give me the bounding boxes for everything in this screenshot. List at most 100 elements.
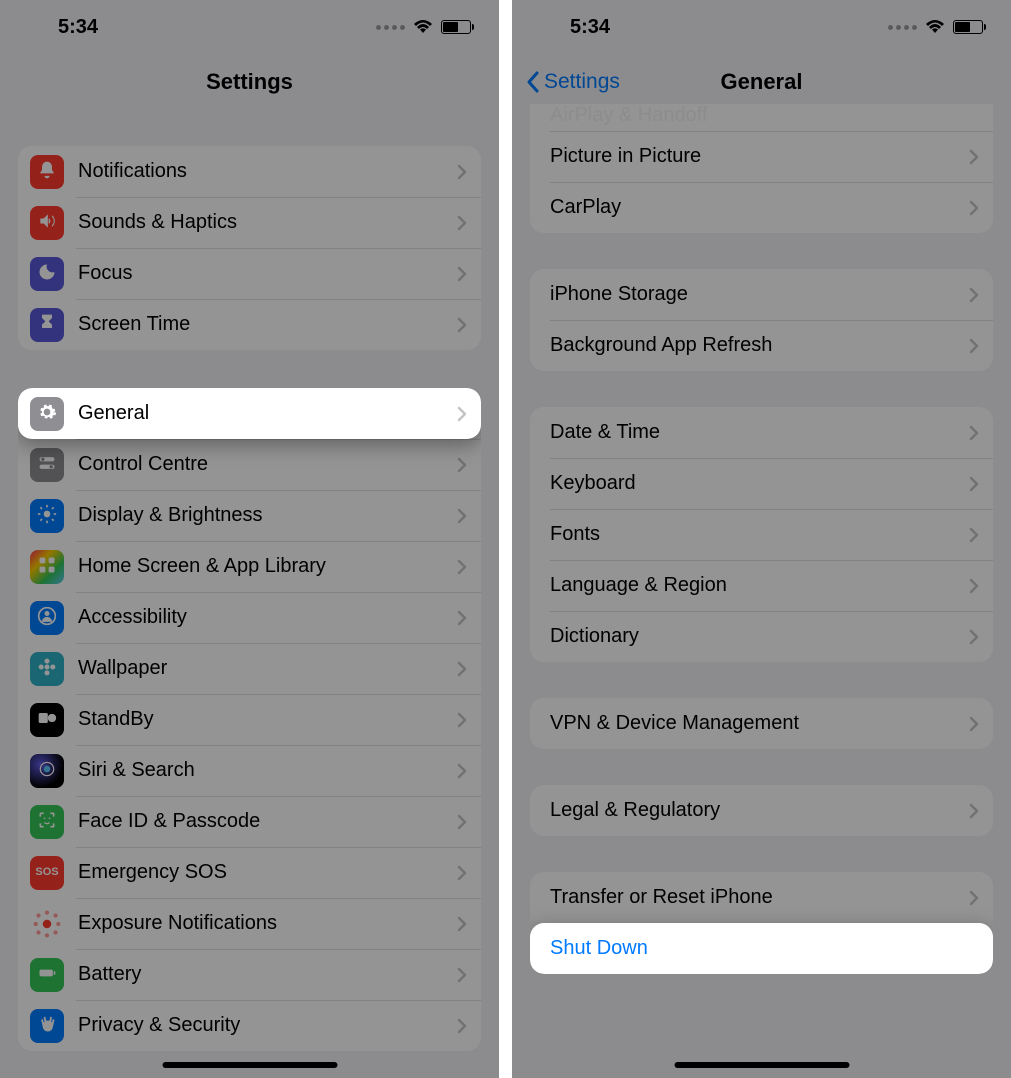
status-time: 5:34: [58, 16, 98, 39]
row-label: Wallpaper: [78, 657, 457, 680]
general-group-4: Legal & Regulatory: [530, 785, 993, 836]
chevron-right-icon: [457, 916, 467, 932]
person-icon: [30, 601, 64, 635]
sun-icon: [30, 499, 64, 533]
general-group-1: iPhone Storage Background App Refresh: [530, 269, 993, 371]
status-bar: 5:34: [0, 0, 499, 54]
row-label: VPN & Device Management: [550, 712, 969, 735]
row-label: Legal & Regulatory: [550, 799, 969, 822]
general-row-date-time[interactable]: Date & Time: [530, 407, 993, 458]
switches-icon: [30, 448, 64, 482]
general-row-legal-regulatory[interactable]: Legal & Regulatory: [530, 785, 993, 836]
settings-row-sounds-haptics[interactable]: Sounds & Haptics: [18, 197, 481, 248]
settings-row-battery[interactable]: Battery: [18, 949, 481, 1000]
settings-row-privacy-security[interactable]: Privacy & Security: [18, 1000, 481, 1051]
settings-row-accessibility[interactable]: Accessibility: [18, 592, 481, 643]
row-label: Dictionary: [550, 625, 969, 648]
chevron-right-icon: [457, 266, 467, 282]
row-label: Battery: [78, 963, 457, 986]
gear-icon: [30, 397, 64, 431]
speaker-icon: [30, 206, 64, 240]
bell-icon: [30, 155, 64, 189]
cellular-dots-icon: [376, 25, 405, 30]
general-row-language-region[interactable]: Language & Region: [530, 560, 993, 611]
chevron-right-icon: [969, 716, 979, 732]
chevron-right-icon: [457, 164, 467, 180]
settings-row-home-screen-app-library[interactable]: Home Screen & App Library: [18, 541, 481, 592]
general-row-carplay[interactable]: CarPlay: [530, 182, 993, 233]
general-row-dictionary[interactable]: Dictionary: [530, 611, 993, 662]
settings-row-standby[interactable]: StandBy: [18, 694, 481, 745]
settings-row-focus[interactable]: Focus: [18, 248, 481, 299]
settings-row-notifications[interactable]: Notifications: [18, 146, 481, 197]
chevron-right-icon: [969, 578, 979, 594]
settings-row-control-centre[interactable]: Control Centre: [18, 439, 481, 490]
row-label: Exposure Notifications: [78, 912, 457, 935]
chevron-right-icon: [969, 803, 979, 819]
status-time: 5:34: [570, 16, 610, 39]
row-label: Picture in Picture: [550, 145, 969, 168]
chevron-right-icon: [457, 508, 467, 524]
moon-icon: [30, 257, 64, 291]
row-label: Focus: [78, 262, 457, 285]
row-label: Keyboard: [550, 472, 969, 495]
settings-row-face-id-passcode[interactable]: Face ID & Passcode: [18, 796, 481, 847]
wifi-icon: [413, 20, 433, 34]
chevron-right-icon: [969, 476, 979, 492]
general-row-background-app-refresh[interactable]: Background App Refresh: [530, 320, 993, 371]
page-title: General: [721, 69, 803, 95]
general-row-transfer-or-reset-iphone[interactable]: Transfer or Reset iPhone: [530, 872, 993, 923]
settings-row-exposure-notifications[interactable]: Exposure Notifications: [18, 898, 481, 949]
row-label: Date & Time: [550, 421, 969, 444]
siri-icon: [30, 754, 64, 788]
exposure-icon: [30, 907, 64, 941]
chevron-right-icon: [969, 338, 979, 354]
settings-row-general[interactable]: General: [18, 388, 481, 439]
chevron-right-icon: [969, 149, 979, 165]
general-group-0: AirPlay & Handoff Picture in Picture CarP…: [530, 104, 993, 233]
chevron-right-icon: [457, 661, 467, 677]
general-row-iphone-storage[interactable]: iPhone Storage: [530, 269, 993, 320]
row-label: Language & Region: [550, 574, 969, 597]
grid-icon: [30, 550, 64, 584]
settings-row-siri-search[interactable]: Siri & Search: [18, 745, 481, 796]
general-group-3: VPN & Device Management: [530, 698, 993, 749]
list-item[interactable]: AirPlay & Handoff: [530, 104, 993, 131]
status-right: [888, 20, 983, 34]
flower-icon: [30, 652, 64, 686]
settings-row-wallpaper[interactable]: Wallpaper: [18, 643, 481, 694]
row-label: iPhone Storage: [550, 283, 969, 306]
battery-icon: [441, 20, 471, 34]
chevron-right-icon: [969, 287, 979, 303]
settings-row-emergency-sos[interactable]: SOSEmergency SOS: [18, 847, 481, 898]
general-row-vpn-device-management[interactable]: VPN & Device Management: [530, 698, 993, 749]
chevron-right-icon: [457, 406, 467, 422]
settings-row-display-brightness[interactable]: Display & Brightness: [18, 490, 481, 541]
content: NotificationsSounds & Haptics Focus Screen…: [0, 146, 499, 1051]
sos-icon: SOS: [30, 856, 64, 890]
row-label: Face ID & Passcode: [78, 810, 457, 833]
row-label: Screen Time: [78, 313, 457, 336]
settings-group-1: NotificationsSounds & Haptics Focus Screen…: [18, 146, 481, 350]
general-row-picture-in-picture[interactable]: Picture in Picture: [530, 131, 993, 182]
row-label: StandBy: [78, 708, 457, 731]
back-button[interactable]: Settings: [526, 70, 620, 94]
chevron-right-icon: [457, 814, 467, 830]
cellular-dots-icon: [888, 25, 917, 30]
general-row-fonts[interactable]: Fonts: [530, 509, 993, 560]
settings-row-screen-time[interactable]: Screen Time: [18, 299, 481, 350]
hand-icon: [30, 1009, 64, 1043]
back-label: Settings: [544, 70, 620, 94]
general-row-shut-down[interactable]: Shut Down: [530, 923, 993, 974]
general-row-keyboard[interactable]: Keyboard: [530, 458, 993, 509]
row-label: Privacy & Security: [78, 1014, 457, 1037]
general-screen: 5:34 Settings General AirPlay & Handoff …: [512, 0, 1011, 1078]
row-label: Fonts: [550, 523, 969, 546]
general-group-5: Transfer or Reset iPhoneShut Down: [530, 872, 993, 974]
chevron-right-icon: [969, 527, 979, 543]
chevron-right-icon: [457, 865, 467, 881]
chevron-left-icon: [526, 71, 540, 93]
clock-icon: [30, 703, 64, 737]
page-title: Settings: [206, 69, 293, 95]
hourglass-icon: [30, 308, 64, 342]
